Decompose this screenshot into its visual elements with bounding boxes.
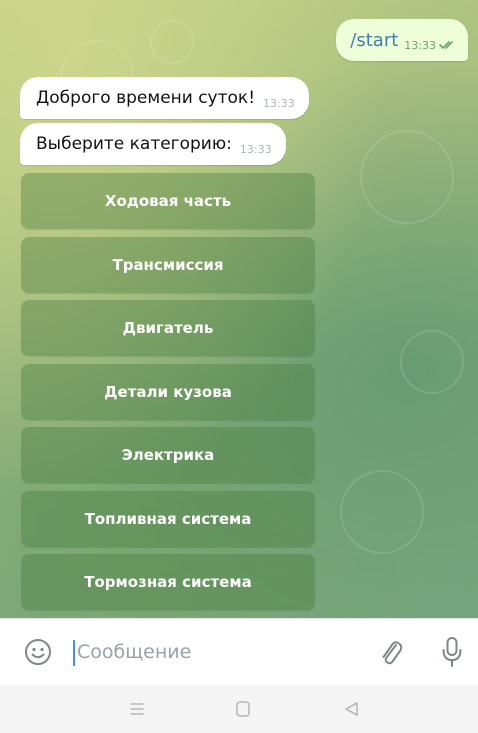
- keyboard-button-engine[interactable]: Двигатель: [21, 300, 315, 356]
- message-text: Выберите категорию:: [36, 134, 232, 154]
- bot-keyboard: Ходовая часть Трансмиссия Двигатель Дета…: [21, 173, 315, 618]
- message-time: 13:33: [404, 38, 436, 52]
- wallpaper-doodle: [400, 330, 464, 394]
- chat-area[interactable]: /start 13:33 Доброго времени суток! 13:3…: [0, 0, 478, 618]
- telegram-screen: /start 13:33 Доброго времени суток! 13:3…: [0, 0, 478, 733]
- keyboard-button-label: Топливная система: [84, 509, 252, 528]
- keyboard-button-label: Трансмиссия: [112, 255, 224, 274]
- keyboard-button-label: Двигатель: [122, 319, 214, 337]
- keyboard-button-brake-system[interactable]: Тормозная система: [21, 554, 315, 610]
- outgoing-message[interactable]: /start 13:33: [336, 19, 468, 61]
- wallpaper-doodle: [150, 20, 194, 64]
- keyboard-button-label: Детали кузова: [104, 382, 232, 401]
- text-caret: [73, 640, 75, 666]
- keyboard-button-fuel-system[interactable]: Топливная система: [21, 490, 315, 547]
- message-time: 13:33: [239, 142, 272, 156]
- incoming-message[interactable]: Выберите категорию: 13:33: [20, 123, 286, 165]
- message-time: 13:33: [263, 96, 295, 110]
- message-input[interactable]: [77, 633, 357, 671]
- keyboard-button-label: Тормозная система: [84, 573, 252, 591]
- system-navigation-bar: [0, 685, 478, 733]
- back-icon[interactable]: [339, 699, 363, 719]
- double-check-icon: [439, 41, 453, 49]
- keyboard-button-body-parts[interactable]: Детали кузова: [21, 363, 315, 420]
- keyboard-button-electrics[interactable]: Электрика: [21, 427, 315, 483]
- message-text: /start: [350, 29, 399, 51]
- keyboard-button-chassis[interactable]: Ходовая часть: [21, 173, 315, 229]
- wallpaper-doodle: [340, 470, 424, 554]
- incoming-message[interactable]: Доброго времени суток! 13:33: [20, 77, 309, 119]
- microphone-icon[interactable]: [440, 636, 464, 668]
- message-input-bar: [0, 618, 478, 685]
- menu-icon[interactable]: [125, 699, 149, 719]
- message-text: Доброго времени суток!: [36, 88, 256, 108]
- message-meta: 13:33: [404, 39, 456, 52]
- smile-icon[interactable]: [24, 638, 52, 666]
- keyboard-button-label: Электрика: [121, 446, 215, 464]
- keyboard-button-transmission[interactable]: Трансмиссия: [21, 236, 315, 293]
- paperclip-icon[interactable]: [378, 638, 404, 668]
- wallpaper-doodle: [360, 130, 454, 224]
- home-icon[interactable]: [231, 699, 255, 719]
- keyboard-button-label: Ходовая часть: [104, 192, 232, 210]
